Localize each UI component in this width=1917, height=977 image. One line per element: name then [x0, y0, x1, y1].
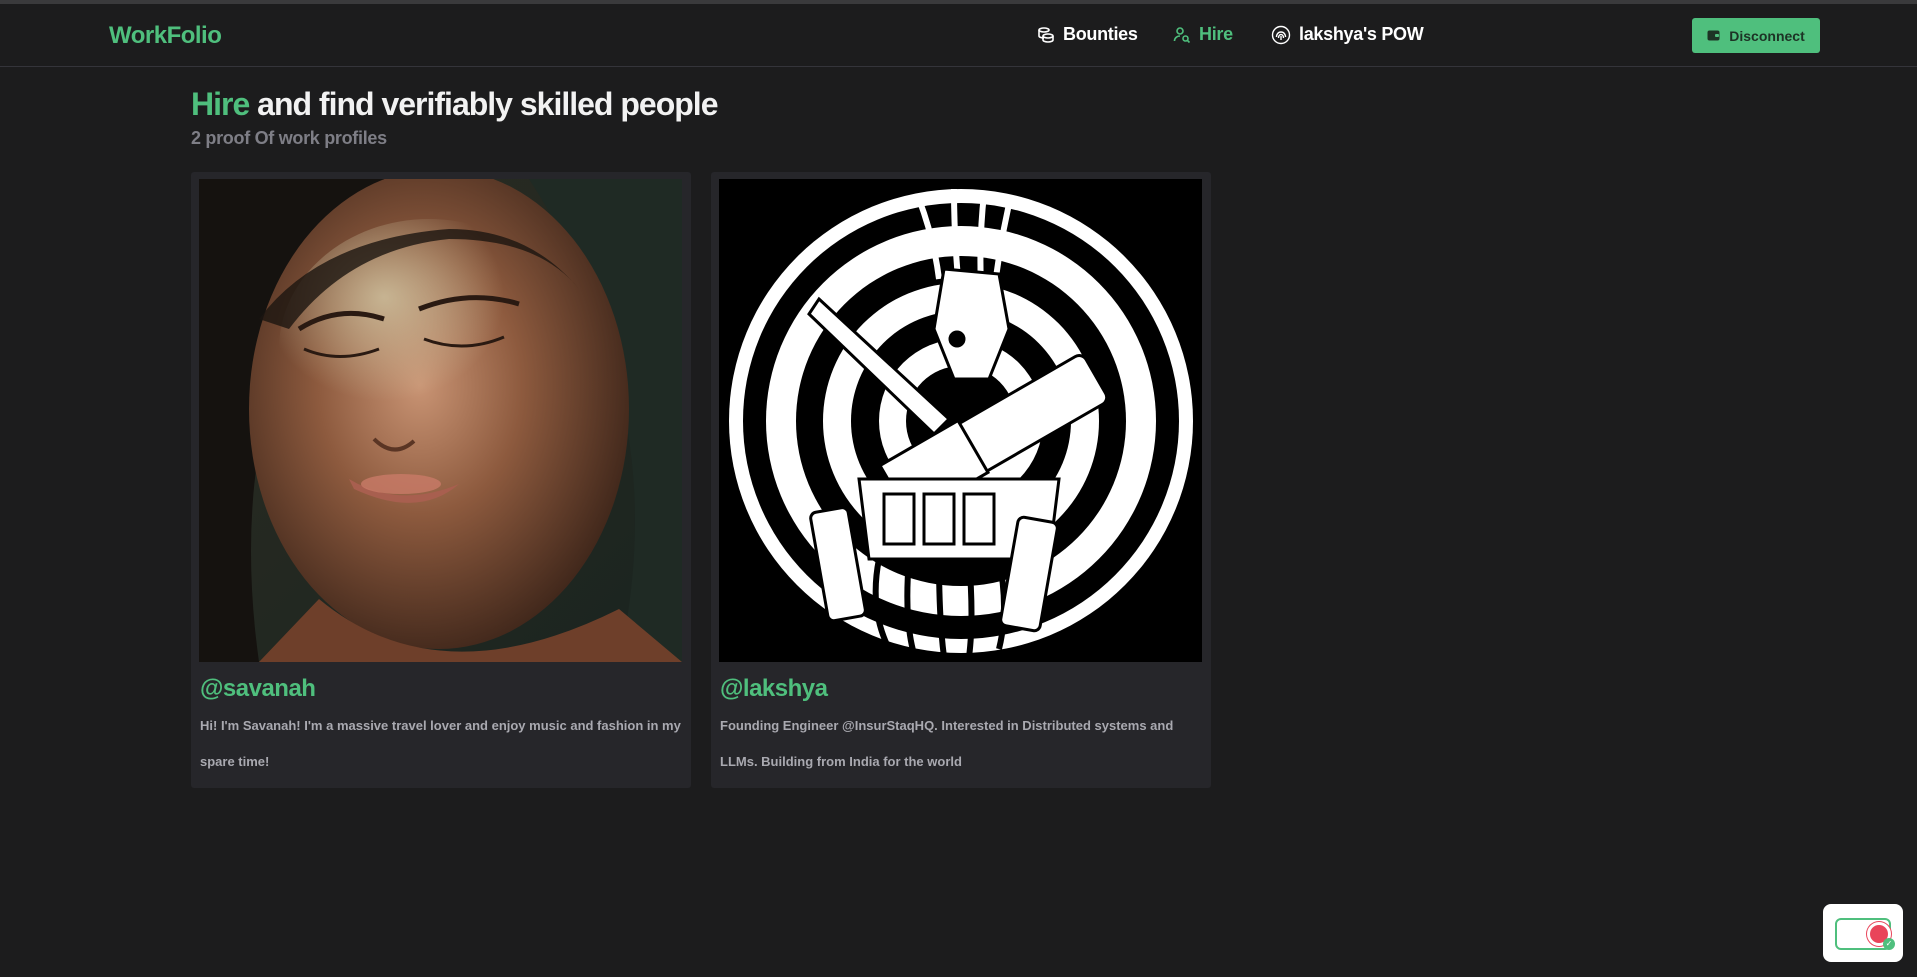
top-nav-bar: WorkFolio Bounties Hire lakshya's POW Di…: [0, 4, 1917, 67]
fingerprint-icon: [1271, 25, 1291, 44]
profile-bio: Founding Engineer @InsurStaqHQ. Interest…: [720, 718, 1174, 769]
nav-hire-label: Hire: [1199, 24, 1233, 44]
profile-avatar: [719, 179, 1202, 662]
page-title-rest: and find verifiably skilled people: [249, 86, 718, 122]
profile-card[interactable]: @lakshya Founding Engineer @InsurStaqHQ.…: [711, 172, 1211, 788]
profile-avatar: [199, 179, 682, 662]
profile-handle[interactable]: @lakshya: [720, 675, 828, 703]
profile-count: 2 proof Of work profiles: [191, 128, 387, 148]
profile-handle[interactable]: @savanah: [200, 675, 316, 703]
disconnect-button[interactable]: Disconnect: [1692, 18, 1820, 53]
nav-pow-label: lakshya's POW: [1299, 24, 1424, 44]
profile-bio: Hi! I'm Savanah! I'm a massive travel lo…: [200, 718, 681, 769]
nav-bounties[interactable]: Bounties: [1037, 24, 1138, 45]
nav-bounties-label: Bounties: [1063, 24, 1138, 44]
nav-hire[interactable]: Hire: [1173, 24, 1233, 45]
check-icon: ✓: [1883, 938, 1895, 950]
disconnect-label: Disconnect: [1729, 27, 1805, 44]
nav-pow[interactable]: lakshya's POW: [1271, 24, 1424, 45]
screen-recorder-widget[interactable]: ✓: [1823, 904, 1903, 962]
profile-card[interactable]: @savanah Hi! I'm Savanah! I'm a massive …: [191, 172, 691, 788]
coins-icon: [1038, 26, 1054, 43]
wallet-icon: [1707, 30, 1720, 41]
logo[interactable]: WorkFolio: [109, 22, 222, 50]
page-title: Hire and find verifiably skilled people: [191, 86, 718, 123]
page-title-accent: Hire: [191, 86, 250, 122]
user-search-icon: [1173, 26, 1191, 43]
